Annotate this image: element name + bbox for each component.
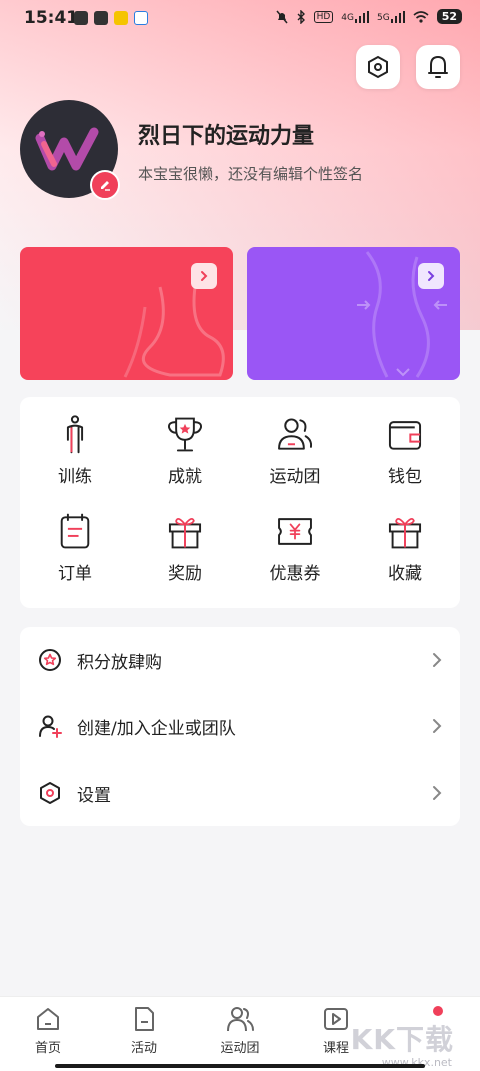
pencil-icon	[101, 181, 110, 191]
video-notification-icon	[94, 11, 108, 25]
tab-label: 课程	[322, 1041, 349, 1056]
banner-card-red[interactable]	[20, 247, 233, 380]
card-arrow-button[interactable]	[418, 263, 444, 289]
settings-hex-icon	[40, 782, 60, 804]
mute-icon	[276, 10, 288, 23]
bluetooth-icon	[297, 9, 305, 24]
grid-label: 收藏	[388, 564, 422, 584]
tab-label: 运动团	[220, 1041, 260, 1056]
wallet-icon	[388, 421, 422, 450]
team-icon	[278, 418, 313, 450]
activity-icon	[135, 1007, 154, 1031]
list-item-settings[interactable]: 设置	[20, 760, 460, 826]
list-label: 积分放肆购	[77, 652, 162, 673]
grid-label: 训练	[58, 467, 92, 487]
signal-4g: 4G	[341, 10, 369, 23]
order-icon	[60, 513, 90, 549]
list-item-points-mall[interactable]: 积分放肆购	[20, 627, 460, 693]
video-course-icon	[324, 1008, 348, 1030]
bell-icon	[428, 56, 448, 78]
training-icon	[66, 415, 84, 454]
tab-home[interactable]: 首页	[0, 1005, 96, 1056]
list-label: 创建/加入企业或团队	[77, 718, 236, 739]
tab-sports-team[interactable]: 运动团	[192, 1005, 288, 1056]
tab-activity[interactable]: 活动	[96, 1005, 192, 1056]
list-item-join-team[interactable]: 创建/加入企业或团队	[20, 693, 460, 759]
grid-label: 奖励	[168, 564, 202, 584]
grid-item-orders[interactable]: 订单	[20, 494, 130, 584]
status-time: 15:41	[24, 8, 79, 28]
username[interactable]: 烈日下的运动力量	[138, 118, 314, 150]
status-right-icons: HD 4G 5G 52	[276, 9, 462, 24]
gift-icon	[168, 518, 202, 549]
grid-item-wallet[interactable]: 钱包	[350, 397, 460, 487]
chevron-right-icon	[201, 271, 208, 281]
notifications-button[interactable]	[416, 45, 460, 89]
avatar-logo-icon	[35, 127, 99, 171]
hd-indicator: HD	[313, 10, 334, 23]
status-bar: 15:41 HD 4G 5G 52	[0, 0, 480, 36]
tab-label: 首页	[34, 1041, 61, 1056]
network-5g-label: 5G	[376, 12, 390, 23]
grid-item-training[interactable]: 训练	[20, 397, 130, 487]
chevron-right-icon	[433, 719, 442, 733]
signal-bars-icon-2	[390, 10, 405, 23]
signal-bars-icon	[354, 10, 369, 23]
favorite-gift-icon	[388, 518, 422, 549]
grid-label: 运动团	[269, 467, 321, 487]
grid-item-favorites[interactable]: 收藏	[350, 494, 460, 584]
personal-signature[interactable]: 本宝宝很懒，还没有编辑个性签名	[138, 163, 363, 184]
grid-item-sports-team[interactable]: 运动团	[240, 397, 350, 487]
edit-avatar-button[interactable]	[90, 170, 120, 200]
menu-list: 积分放肆购 创建/加入企业或团队 设置	[20, 627, 460, 826]
hexagon-settings-icon	[368, 55, 388, 79]
meituan-notification-icon	[114, 11, 128, 25]
home-icon	[37, 1008, 59, 1030]
chevron-right-icon	[428, 271, 435, 281]
add-person-icon	[39, 715, 62, 738]
grid-item-achievements[interactable]: 成就	[130, 397, 240, 487]
wifi-icon	[413, 10, 429, 23]
feature-grid: 训练 成就 运动团 钱包 订单 奖励 优惠券 收藏	[20, 397, 460, 608]
network-4g-label: 4G	[341, 12, 354, 23]
home-indicator[interactable]	[55, 1064, 425, 1068]
grid-label: 优惠券	[269, 564, 321, 584]
banner-card-purple[interactable]	[247, 247, 460, 380]
battery-level: 52	[436, 9, 462, 24]
points-star-icon	[39, 649, 61, 671]
signal-5g: 5G	[376, 10, 405, 23]
card-arrow-button[interactable]	[191, 263, 217, 289]
grid-label: 钱包	[388, 467, 422, 487]
team-icon	[227, 1007, 254, 1032]
coupon-icon	[278, 518, 312, 545]
list-label: 设置	[77, 785, 111, 806]
trophy-icon	[167, 417, 203, 452]
chevron-right-icon	[433, 786, 442, 800]
grid-label: 成就	[168, 467, 202, 487]
app-notification-icon	[74, 11, 88, 25]
status-notification-icons	[74, 11, 148, 25]
chevron-right-icon	[433, 653, 442, 667]
grid-item-rewards[interactable]: 奖励	[130, 494, 240, 584]
grid-label: 订单	[58, 564, 92, 584]
scan-settings-button[interactable]	[356, 45, 400, 89]
watermark: KK下载	[350, 1023, 454, 1056]
browser-notification-icon	[134, 11, 148, 25]
grid-item-coupons[interactable]: 优惠券	[240, 494, 350, 584]
tab-label: 活动	[130, 1041, 157, 1056]
